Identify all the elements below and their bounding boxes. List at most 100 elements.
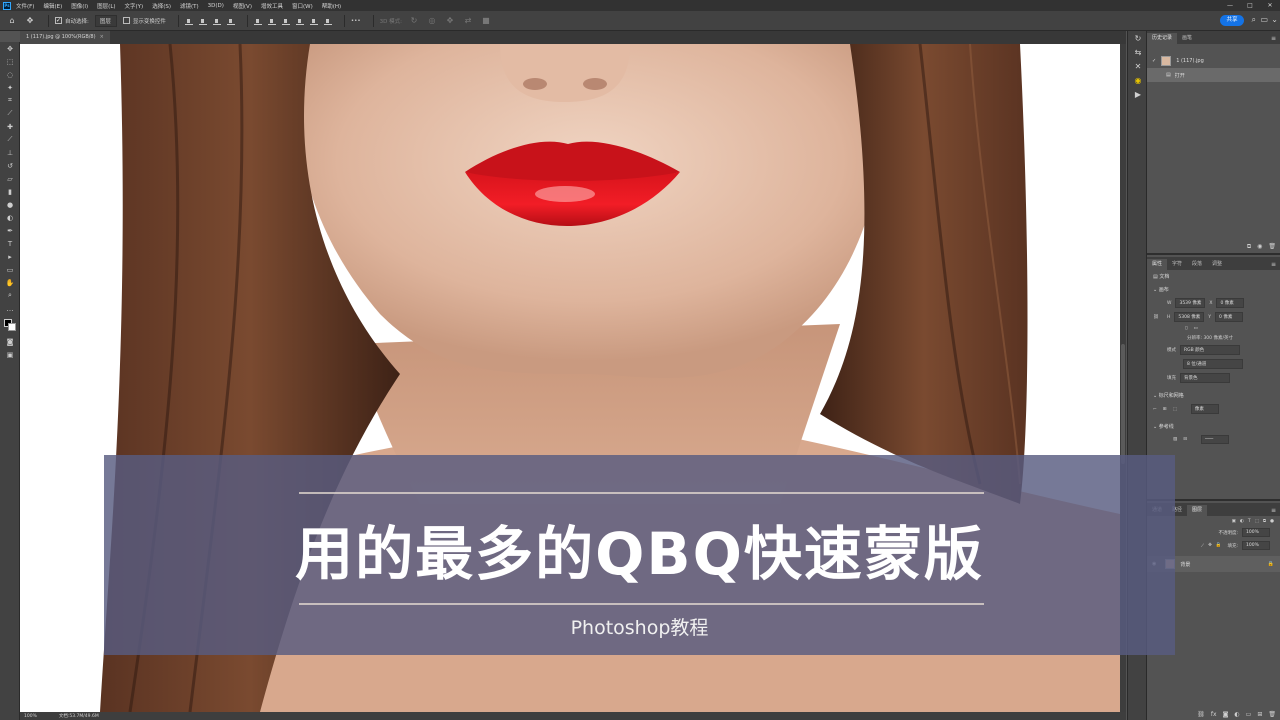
distribute-vcenter-icon[interactable] <box>267 17 276 25</box>
align-top-icon[interactable] <box>184 17 193 25</box>
3d-scale-icon[interactable]: ■ <box>480 15 492 27</box>
lock-pixels-icon[interactable]: ⟋ <box>1201 543 1204 549</box>
background-color-swatch[interactable] <box>8 323 16 331</box>
ruler-unit-dropdown[interactable]: 像素 <box>1190 404 1219 414</box>
add-mask-icon[interactable]: ◙ <box>1223 711 1229 718</box>
menu-select[interactable]: 选择(S) <box>152 2 171 10</box>
guide-color-icon[interactable]: ▨ <box>1173 437 1177 442</box>
auto-select-target-dropdown[interactable]: 图层 <box>94 14 117 27</box>
workspace-icon[interactable]: ▭ <box>1260 15 1268 24</box>
tab-paragraph[interactable]: 段落 <box>1187 259 1207 270</box>
quick-mask-icon[interactable]: ◙ <box>0 335 20 348</box>
delete-icon[interactable]: 🗑 <box>1268 243 1276 251</box>
x-field[interactable]: 0 像素 <box>1216 298 1245 308</box>
close-window-button[interactable]: ✕ <box>1260 0 1280 11</box>
home-icon[interactable]: ⌂ <box>6 15 18 27</box>
share-button[interactable]: 共享 <box>1220 15 1244 26</box>
menu-window[interactable]: 窗口(W) <box>292 2 313 10</box>
grid-icon[interactable]: ⊞ <box>1163 407 1167 412</box>
eyedropper-icon[interactable]: ⟋ <box>0 107 20 120</box>
zoom-tool-icon[interactable]: ⌕ <box>0 289 20 302</box>
gradient-tool-icon[interactable]: ▮ <box>0 185 20 198</box>
adjustments-panel-icon[interactable]: ⇆ <box>1128 45 1148 59</box>
tab-layers[interactable]: 图层 <box>1187 505 1208 516</box>
ruler-icon[interactable]: ⌐ <box>1153 407 1157 412</box>
menu-help[interactable]: 帮助(H) <box>322 2 341 10</box>
y-field[interactable]: 0 像素 <box>1215 312 1244 322</box>
tools-panel-icon[interactable]: ✕ <box>1128 59 1148 73</box>
more-tools-icon[interactable]: … <box>0 302 20 315</box>
new-document-from-state-icon[interactable]: ⧉ <box>1247 243 1251 251</box>
chevron-down-icon[interactable]: ⌄ <box>1271 15 1278 24</box>
panel-menu-icon[interactable]: ≡ <box>1271 33 1276 44</box>
marquee-tool-icon[interactable]: ⬚ <box>0 55 20 68</box>
lasso-tool-icon[interactable]: ◌ <box>0 68 20 81</box>
align-left-icon[interactable] <box>226 17 235 25</box>
filter-smart-icon[interactable]: ⧉ <box>1263 518 1266 524</box>
search-icon[interactable]: ⌕ <box>1252 15 1256 25</box>
screen-mode-icon[interactable]: ▣ <box>0 348 20 361</box>
type-tool-icon[interactable]: T <box>0 237 20 250</box>
lock-all-icon[interactable]: 🔒 <box>1216 543 1222 548</box>
filter-toggle-icon[interactable]: ● <box>1270 519 1274 524</box>
rectangle-tool-icon[interactable]: ▭ <box>0 263 20 276</box>
pixel-grid-icon[interactable]: ⬚ <box>1173 407 1177 412</box>
filter-type-icon[interactable]: T <box>1248 519 1251 524</box>
bit-depth-dropdown[interactable]: 8 位/通道 <box>1183 359 1243 369</box>
align-bottom-icon[interactable] <box>212 17 221 25</box>
menu-view[interactable]: 视图(V) <box>233 2 252 10</box>
scrollbar-thumb[interactable] <box>1121 344 1125 464</box>
close-tab-icon[interactable]: × <box>100 34 104 40</box>
move-tool-icon[interactable]: ✥ <box>24 15 36 27</box>
guides-section-header[interactable]: ⌄ 参考线 <box>1147 420 1280 433</box>
height-field[interactable]: 5308 像素 <box>1174 312 1205 322</box>
portrait-icon[interactable]: ▯ <box>1185 326 1187 331</box>
tab-character[interactable]: 字符 <box>1167 259 1187 270</box>
history-panel-icon[interactable]: ↻ <box>1128 31 1148 45</box>
history-step[interactable]: ▤ 打开 <box>1147 68 1280 82</box>
healing-brush-icon[interactable]: ✚ <box>0 120 20 133</box>
camera-panel-icon[interactable]: ◉ <box>1128 73 1148 87</box>
delete-layer-icon[interactable]: 🗑 <box>1268 711 1276 718</box>
actions-panel-icon[interactable]: ▶ <box>1128 87 1148 101</box>
minimize-button[interactable]: — <box>1220 0 1240 11</box>
filter-adjust-icon[interactable]: ◐ <box>1240 519 1244 524</box>
tab-adjustments[interactable]: 调整 <box>1207 259 1227 270</box>
distribute-hcenter-icon[interactable] <box>309 17 318 25</box>
menu-filter[interactable]: 滤镜(T) <box>180 2 199 10</box>
distribute-top-icon[interactable] <box>253 17 262 25</box>
3d-roll-icon[interactable]: ◎ <box>426 15 438 27</box>
menu-layer[interactable]: 图层(L) <box>97 2 115 10</box>
3d-pan-icon[interactable]: ✥ <box>444 15 456 27</box>
blur-tool-icon[interactable]: ● <box>0 198 20 211</box>
pen-tool-icon[interactable]: ✒ <box>0 224 20 237</box>
snapshot-camera-icon[interactable]: ◉ <box>1257 243 1262 251</box>
menu-type[interactable]: 文字(Y) <box>125 2 144 10</box>
magic-wand-icon[interactable]: ✦ <box>0 81 20 94</box>
crop-tool-icon[interactable]: ⌗ <box>0 94 20 107</box>
zoom-level[interactable]: 100% <box>24 714 37 719</box>
tab-history[interactable]: 历史记录 <box>1147 33 1178 44</box>
fill-opacity-field[interactable]: 100% <box>1242 541 1270 550</box>
3d-slide-icon[interactable]: ⇄ <box>462 15 474 27</box>
new-group-icon[interactable]: ▭ <box>1246 711 1252 718</box>
canvas-section-header[interactable]: ⌄ 画布 <box>1147 283 1280 296</box>
show-transform-checkbox[interactable] <box>122 17 130 24</box>
dodge-tool-icon[interactable]: ◐ <box>0 211 20 224</box>
3d-rotate-icon[interactable]: ↻ <box>408 15 420 27</box>
opacity-field[interactable]: 100% <box>1242 528 1270 537</box>
mode-dropdown[interactable]: RGB 颜色 <box>1180 345 1240 355</box>
hand-tool-icon[interactable]: ✋ <box>0 276 20 289</box>
distribute-right-icon[interactable] <box>323 17 332 25</box>
filter-shape-icon[interactable]: ⬚ <box>1255 519 1259 524</box>
fill-dropdown[interactable]: 背景色 <box>1180 373 1230 383</box>
width-field[interactable]: 3539 像素 <box>1175 298 1206 308</box>
guide-style-icon[interactable]: ⊟ <box>1183 437 1187 442</box>
lock-position-icon[interactable]: ✥ <box>1208 543 1212 548</box>
auto-select-checkbox[interactable]: ✓ <box>55 17 62 24</box>
new-layer-icon[interactable]: ⊞ <box>1257 711 1262 718</box>
menu-file[interactable]: 文件(F) <box>16 2 34 10</box>
more-options-button[interactable]: ••• <box>351 18 361 24</box>
menu-3d[interactable]: 3D(D) <box>208 3 224 9</box>
distribute-bottom-icon[interactable] <box>281 17 290 25</box>
